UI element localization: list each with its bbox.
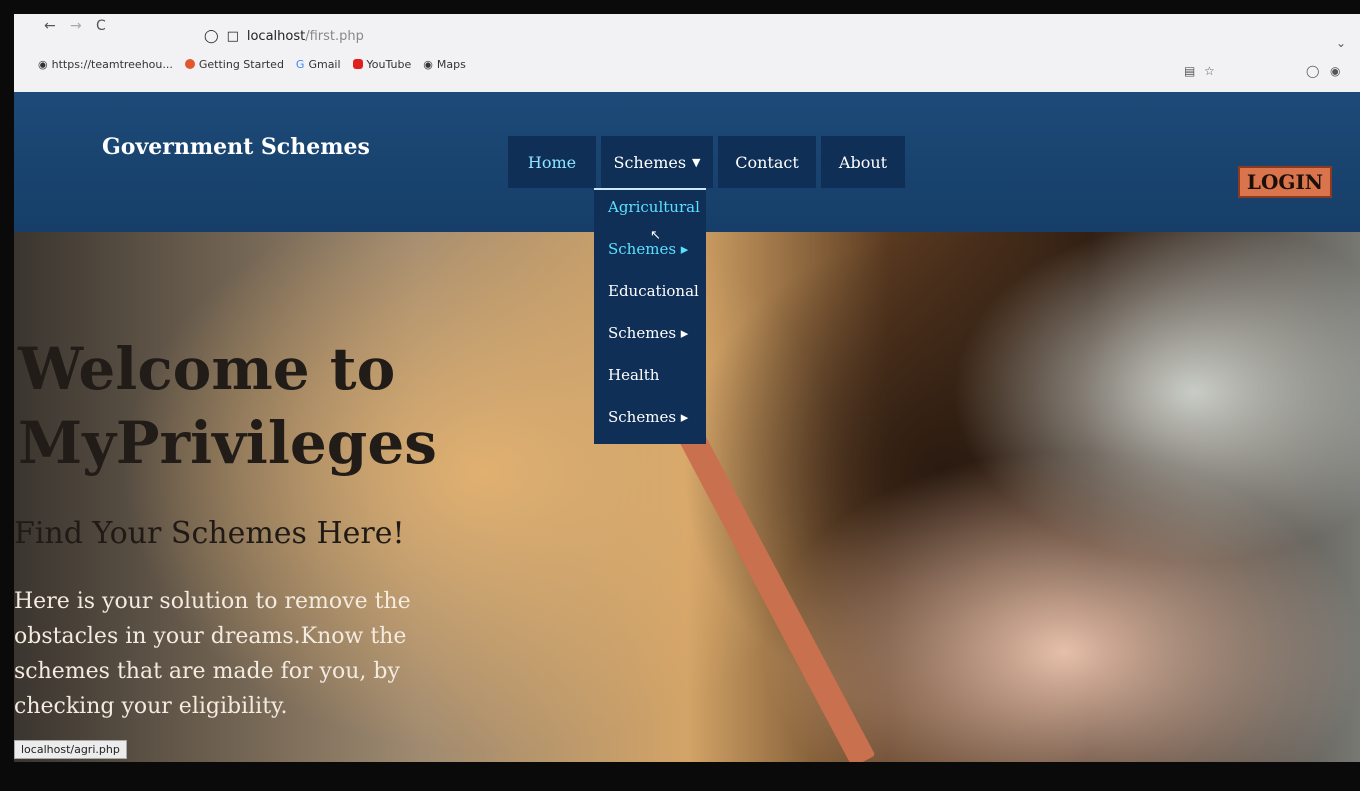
url-path: /first.php (305, 28, 364, 44)
nav-about[interactable]: About (821, 136, 905, 188)
reload-button[interactable]: C (96, 18, 106, 34)
caret-right-icon: ▸ (680, 324, 689, 342)
bookmark-item[interactable]: G Gmail (296, 58, 341, 71)
back-button[interactable]: ← (44, 18, 56, 34)
globe-icon: ◉ (423, 57, 433, 71)
mouse-cursor-icon: ↖ (650, 228, 661, 243)
bookmark-item[interactable]: Getting Started (184, 58, 284, 71)
dropdown-item-educational[interactable]: Educational (608, 282, 699, 300)
bookmark-item[interactable]: ◉ Maps (423, 58, 466, 71)
pocket-icon[interactable]: ◯ (1306, 64, 1319, 78)
dropdown-item-health[interactable]: Health (608, 366, 659, 384)
browser-chrome: ← → C ◯ □ localhost/first.php ⌄ ◉ https:/… (14, 14, 1360, 92)
dropdown-item-agricultural[interactable]: Agricultural (608, 198, 700, 216)
hero-title: Welcome to MyPrivileges (18, 335, 437, 477)
hero-description: Here is your solution to remove the obst… (14, 589, 411, 719)
caret-right-icon: ▸ (680, 408, 689, 426)
link-status-bar: localhost/agri.php (14, 740, 127, 759)
globe-icon: ◉ (38, 57, 48, 71)
login-button[interactable]: LOGIN (1238, 166, 1332, 198)
address-bar[interactable]: ◯ □ localhost/first.php (204, 24, 364, 48)
web-page: Government Schemes Home Schemes ▼ Contact… (14, 92, 1360, 762)
schemes-dropdown: Agricultural Schemes ▸ Educational Schem… (594, 188, 706, 444)
dropdown-item-health-schemes[interactable]: Schemes ▸ (608, 408, 688, 426)
bookmarks-bar: ◉ https://teamtreehou... Getting Started … (38, 54, 466, 74)
dropdown-item-educational-schemes[interactable]: Schemes ▸ (608, 324, 688, 342)
browser-toolbar: ← → C ◯ □ localhost/first.php ⌄ (14, 14, 1360, 54)
page-icon: □ (226, 28, 239, 44)
google-icon: G (295, 57, 305, 71)
site-brand[interactable]: Government Schemes (102, 134, 370, 160)
bookmark-item[interactable]: YouTube (352, 58, 411, 71)
nav-schemes[interactable]: Schemes ▼ (601, 136, 713, 188)
shield-icon: ◯ (204, 28, 219, 44)
youtube-icon (352, 59, 363, 69)
nav-home[interactable]: Home (508, 136, 596, 188)
account-icon[interactable]: ◉ (1330, 64, 1340, 78)
nav-contact[interactable]: Contact (718, 136, 816, 188)
url-host: localhost (246, 28, 306, 44)
bookmark-item[interactable]: ◉ https://teamtreehou... (38, 58, 173, 71)
firefox-icon (184, 59, 195, 69)
caret-down-icon: ▼ (692, 155, 701, 169)
star-icon[interactable]: ☆ (1204, 64, 1215, 78)
dropdown-item-agricultural-schemes[interactable]: Schemes ▸ (608, 240, 688, 258)
chevron-down-icon[interactable]: ⌄ (1336, 36, 1346, 50)
hero-subtitle: Find Your Schemes Here! (14, 516, 405, 551)
caret-right-icon: ▸ (680, 240, 689, 258)
forward-button[interactable]: → (70, 18, 82, 34)
reader-icon[interactable]: ▤ (1184, 64, 1195, 78)
